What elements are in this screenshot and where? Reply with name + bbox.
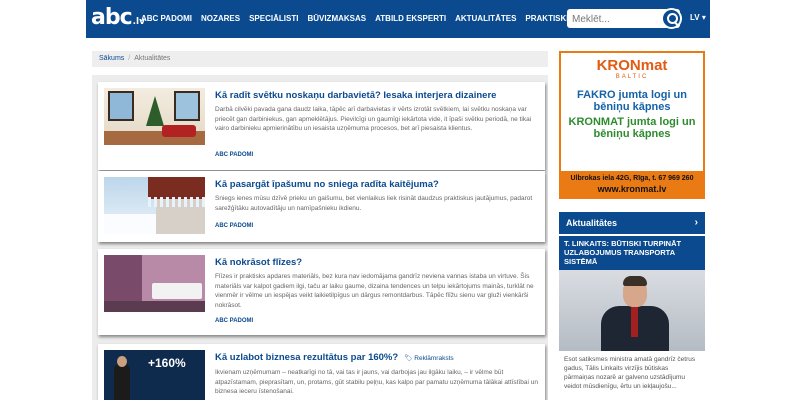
breadcrumb-home[interactable]: Sākums [99, 55, 124, 62]
thumbnail-percent: +160% [148, 356, 186, 370]
news-item-excerpt: Esot satiksmes ministra amatā gandrīz če… [564, 356, 696, 390]
article-title[interactable]: Kā nokrāsot flīzes? [215, 256, 540, 269]
article-thumbnail[interactable] [104, 255, 205, 312]
search-icon[interactable] [661, 8, 682, 29]
language-switcher[interactable]: LV ▾ [690, 13, 706, 22]
kronmat-advertisement[interactable]: KRONmat BALTIC FAKRO jumta logi un bēniņ… [559, 51, 705, 199]
breadcrumb-current: Aktualitātes [134, 55, 171, 62]
news-item-photo[interactable] [559, 270, 705, 351]
nav-nozares[interactable]: NOZARES [201, 14, 240, 23]
article-excerpt: Darbā cilvēki pavada gana daudz laika, t… [215, 106, 532, 132]
badge-label: Reklāmraksts [414, 355, 454, 362]
article-excerpt: Flīzes ir praktisks apdares materiāls, b… [215, 273, 534, 309]
article-thumbnail[interactable]: +160% [104, 350, 205, 400]
top-navigation-bar: abc.lv ABC PADOMI NOZARES SPECIĀLISTI BŪ… [86, 0, 710, 38]
article-title[interactable]: Kā pasargāt īpašumu no sniega radīta kai… [215, 178, 540, 191]
advertisement-badge: 🏷 Reklāmraksts [404, 355, 453, 362]
search-box [567, 8, 682, 29]
news-heading[interactable]: Aktualitātes › [559, 212, 705, 234]
ad-line-kronmat: KRONMAT jumta logi un bēniņu kāpnes [568, 116, 696, 140]
nav-specialisti[interactable]: SPECIĀLISTI [249, 14, 298, 23]
article-feed: Kā radīt svētku noskaņu darbavietā? Iesa… [92, 75, 548, 400]
sidebar-news: Aktualitātes › T. LINKAITS: BŪTISKI TURP… [559, 212, 705, 400]
main-nav: ABC PADOMI NOZARES SPECIĀLISTI BŪVIZMAKS… [141, 14, 616, 23]
article-category[interactable]: ABC PADOMI [215, 152, 253, 158]
ad-brand-sub: BALTIC [615, 74, 649, 80]
article-title-text: Kā uzlabot biznesa rezultātus par 160%? [215, 352, 399, 363]
article-excerpt: Ikvienam uzņēmumam – neatkarīgi no tā, v… [215, 369, 539, 395]
news-heading-label: Aktualitātes [566, 218, 618, 228]
nav-atbild-eksperti[interactable]: ATBILD EKSPERTI [375, 14, 446, 23]
chevron-right-icon[interactable]: › [695, 217, 698, 228]
article-card: Kā pasargāt īpašumu no sniega radīta kai… [98, 171, 545, 242]
search-input[interactable] [567, 10, 657, 29]
article-title[interactable]: Kā radīt svētku noskaņu darbavietā? Iesa… [215, 89, 540, 102]
ad-line-fakro: FAKRO jumta logi un bēniņu kāpnes [577, 89, 687, 113]
article-thumbnail[interactable] [104, 88, 205, 145]
article-category[interactable]: ABC PADOMI [215, 223, 253, 229]
article-card: +160% Kā uzlabot biznesa rezultātus par … [98, 344, 545, 400]
article-title[interactable]: Kā uzlabot biznesa rezultātus par 160%? 🏷… [215, 351, 540, 365]
ad-address: Ulbrokas iela 42G, Rīga, t. 67 969 260 [570, 175, 694, 182]
article-excerpt: Sniegs ienes mūsu dzīvē prieku un gaišum… [215, 195, 533, 212]
breadcrumb-separator: / [128, 55, 131, 62]
nav-abc-padomi[interactable]: ABC PADOMI [141, 14, 192, 23]
article-category[interactable]: ABC PADOMI [215, 318, 253, 324]
abc-logo[interactable]: abc.lv [91, 5, 145, 30]
language-label: LV [690, 13, 700, 22]
article-card: Kā radīt svētku noskaņu darbavietā? Iesa… [98, 82, 545, 170]
breadcrumb: Sākums / Aktualitātes [92, 51, 548, 67]
chevron-down-icon: ▾ [701, 13, 706, 22]
nav-aktualitates[interactable]: AKTUALITĀTES [455, 14, 516, 23]
ad-url: www.kronmat.lv [597, 184, 667, 194]
ad-footer: Ulbrokas iela 42G, Rīga, t. 67 969 260 w… [561, 171, 703, 197]
article-thumbnail[interactable] [104, 177, 205, 234]
nav-buvizmaksas[interactable]: BŪVIZMAKSAS [307, 14, 366, 23]
article-card: Kā nokrāsot flīzes? Flīzes ir praktisks … [98, 249, 545, 335]
news-item-title[interactable]: T. LINKAITS: BŪTISKI TURPINĀT UZLABOJUMU… [559, 236, 705, 270]
ad-brand: KRONmat [596, 57, 668, 74]
tag-icon: 🏷 [404, 355, 413, 362]
logo-text: abc [91, 5, 133, 30]
